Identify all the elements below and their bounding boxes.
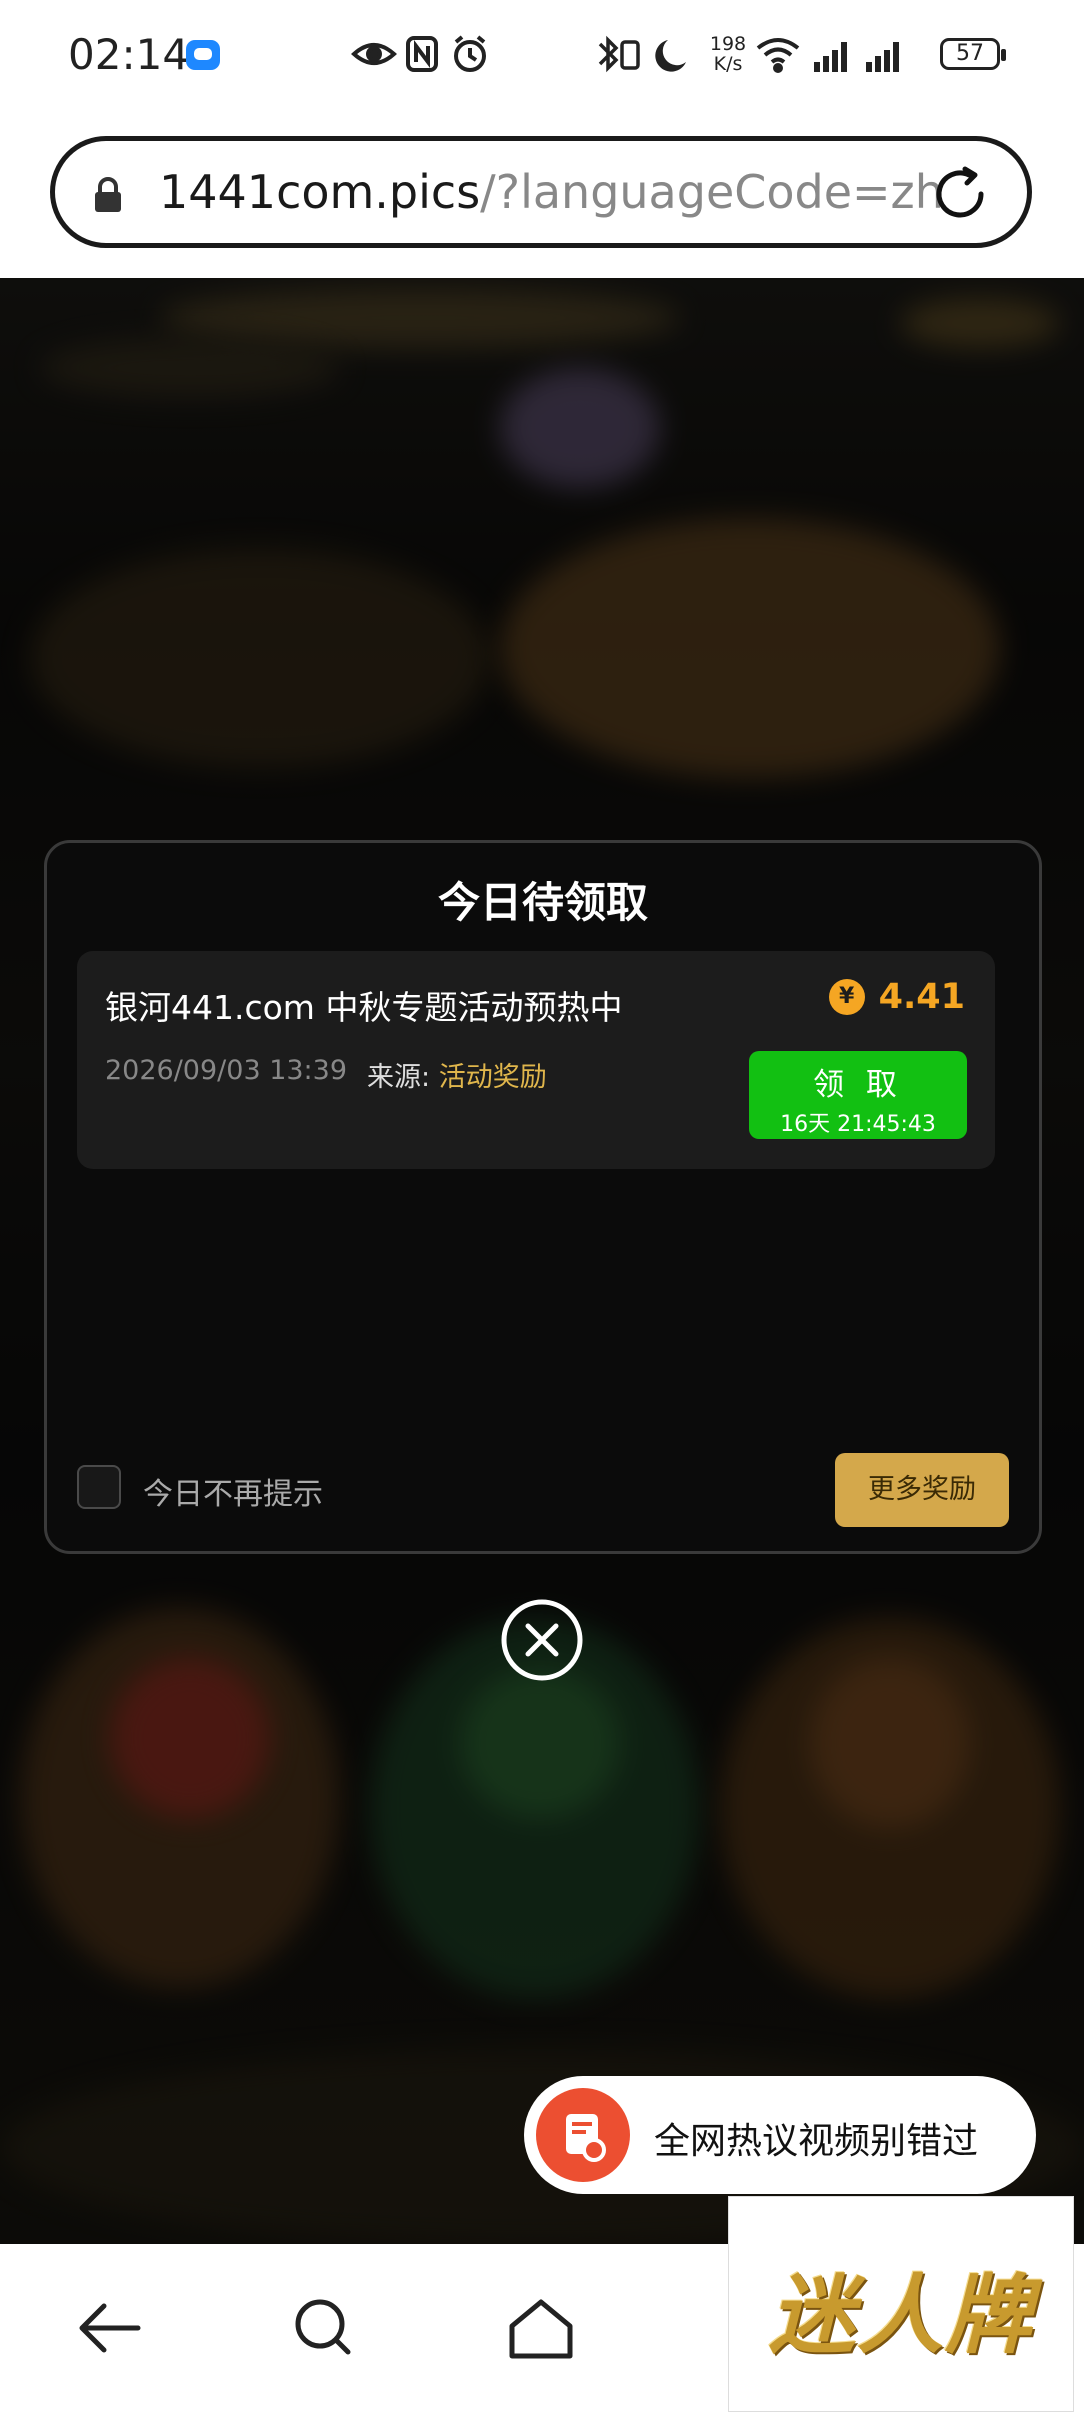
reward-source: 来源: 活动奖励 — [367, 1055, 547, 1094]
video-promo-toast[interactable]: 全网热议视频别错过 — [524, 2076, 1036, 2194]
lock-icon — [95, 177, 121, 212]
moon-icon — [655, 40, 686, 72]
reward-card: 银河441.com 中秋专题活动预热中 ¥ 4.41 2026/09/03 13… — [77, 951, 995, 1169]
claim-countdown: 16天 21:45:43 — [780, 1112, 936, 1137]
status-time: 02:14 — [68, 30, 190, 79]
reward-amount: ¥ 4.41 — [828, 977, 965, 1017]
toast-text: 全网热议视频别错过 — [654, 2121, 979, 2162]
network-speed-value: 198 — [709, 33, 747, 55]
signal-icon-1 — [814, 42, 847, 72]
search-icon[interactable] — [290, 2296, 360, 2360]
more-rewards-button[interactable]: 更多奖励 — [835, 1453, 1009, 1527]
home-icon[interactable] — [506, 2296, 576, 2362]
url-text[interactable]: 1441com.pics/?languageCode=zh — [159, 165, 944, 219]
status-bar: 02:14 198 K/s 57 — [0, 0, 1084, 112]
close-dialog-icon[interactable] — [500, 1598, 584, 1682]
alarm-icon — [454, 35, 486, 72]
reward-date: 2026/09/03 13:39 — [105, 1055, 348, 1086]
wifi-icon — [756, 38, 800, 73]
battery-indicator: 57 — [940, 38, 1006, 70]
address-bar[interactable]: 1441com.pics/?languageCode=zh — [50, 136, 1032, 248]
nfc-icon — [406, 36, 438, 72]
promo-banner[interactable]: 迷人牌 — [728, 2196, 1074, 2412]
network-speed: 198 K/s — [706, 34, 750, 74]
bluetooth-icon — [598, 35, 619, 73]
status-icons-right: 198 K/s 57 — [596, 30, 1016, 80]
status-icons-middle — [350, 32, 500, 76]
reward-dialog: 今日待领取 银河441.com 中秋专题活动预热中 ¥ 4.41 2026/09… — [44, 840, 1042, 1554]
claim-button[interactable]: 领 取 16天 21:45:43 — [749, 1051, 967, 1139]
video-feed-icon — [536, 2088, 630, 2182]
dont-show-today-label[interactable]: 今日不再提示 — [143, 1469, 323, 1513]
promo-banner-text: 迷人牌 — [769, 2266, 1033, 2366]
reward-source-value: 活动奖励 — [438, 1062, 547, 1093]
back-arrow-icon[interactable] — [74, 2296, 144, 2360]
message-notification-icon — [186, 40, 220, 70]
reward-amount-value: 4.41 — [878, 977, 965, 1017]
reward-title: 银河441.com 中秋专题活动预热中 — [105, 988, 623, 1027]
dont-show-today-checkbox[interactable] — [77, 1465, 121, 1509]
vibrate-icon — [620, 40, 640, 70]
signal-icon-2 — [866, 42, 899, 72]
network-speed-unit: K/s — [713, 53, 743, 75]
reward-source-label: 来源: — [367, 1062, 431, 1093]
eye-icon — [351, 43, 397, 65]
url-path: /?languageCode=zh — [480, 165, 944, 219]
yuan-coin-icon: ¥ — [828, 979, 865, 1015]
claim-button-label: 领 取 — [813, 1067, 903, 1103]
browser-toolbar: 1441com.pics/?languageCode=zh — [0, 112, 1084, 278]
url-host: 1441com.pics — [159, 165, 481, 219]
reload-icon[interactable] — [929, 163, 991, 225]
dialog-title: 今日待领取 — [437, 878, 648, 927]
